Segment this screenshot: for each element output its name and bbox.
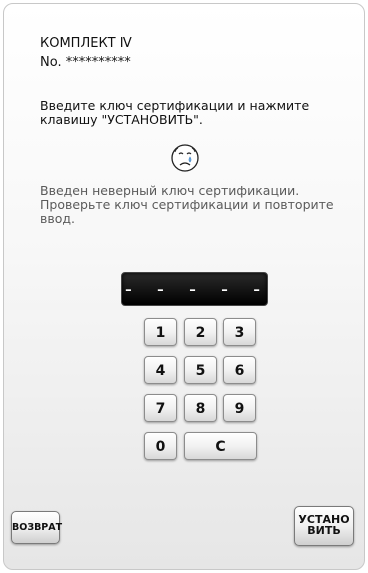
set-button[interactable]: УСТАНО ВИТЬ [294,506,354,546]
back-button[interactable]: ВОЗВРАТ [11,511,62,544]
error-message: Введен неверный ключ сертификации. Прове… [40,183,334,226]
key-7-button[interactable]: 7 [144,394,177,422]
kit-model-label: КОМПЛЕКТ Ⅳ [40,36,132,51]
sad-face-icon [170,143,200,173]
key-6-button[interactable]: 6 [223,356,256,384]
key-1-button[interactable]: 1 [144,318,177,346]
key-8-button[interactable]: 8 [184,394,217,422]
key-3-button[interactable]: 3 [223,318,256,346]
instruction-text: Введите ключ сертификации и нажмите клав… [40,98,310,127]
key-5-button[interactable]: 5 [184,356,217,384]
certification-key-display: - - - - - - - - [121,272,268,333]
certification-screen: КОМПЛЕКТ Ⅳ No. ********** Введите ключ с… [3,3,365,570]
key-9-button[interactable]: 9 [223,394,256,422]
key-0-button[interactable]: 0 [144,432,177,460]
key-2-button[interactable]: 2 [184,318,217,346]
clear-button[interactable]: C [184,432,257,460]
serial-number-label: No. ********** [40,55,131,70]
key-4-button[interactable]: 4 [144,356,177,384]
